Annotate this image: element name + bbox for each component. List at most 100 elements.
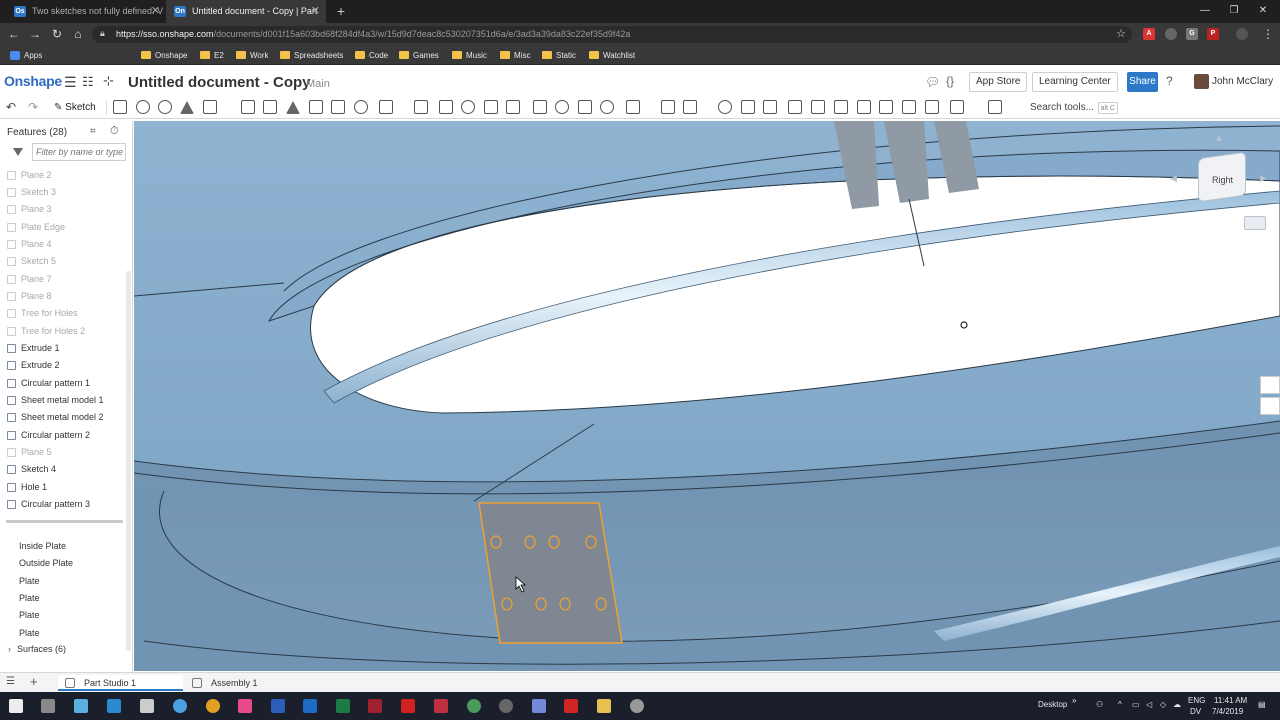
windows-start-icon[interactable]: [9, 699, 23, 713]
feature-item-hole-1[interactable]: Hole 1: [0, 479, 125, 496]
3d-fit-spline-icon[interactable]: [718, 100, 732, 114]
feature-item-sketch-3[interactable]: Sketch 3: [0, 184, 125, 201]
search-tools-input[interactable]: Search tools... alt C: [1030, 100, 1120, 116]
url-field[interactable]: 🔒︎ https://sso.onshape.com/documents/d00…: [92, 26, 1132, 43]
browser-tab-2[interactable]: On Untitled document - Copy | Part ✕: [166, 0, 326, 23]
bookmark-watchlist[interactable]: Watchlist: [589, 46, 635, 65]
rib-icon[interactable]: [309, 100, 323, 114]
add-tab-icon[interactable]: +: [30, 674, 38, 689]
loft-icon[interactable]: [180, 101, 194, 114]
taskbar-app-icon[interactable]: [107, 699, 121, 713]
feature-item-sheet-metal-model-2[interactable]: Sheet metal model 2: [0, 409, 125, 426]
selected-plate[interactable]: [478, 502, 623, 644]
flange-icon[interactable]: [811, 100, 825, 114]
bend-relief-icon[interactable]: [902, 100, 916, 114]
chrome-menu-icon[interactable]: ⋮: [1258, 23, 1278, 46]
home-icon[interactable]: ⌂: [68, 23, 88, 46]
plane-icon[interactable]: [626, 100, 640, 114]
hole-icon[interactable]: [354, 100, 368, 114]
extension-icon[interactable]: G: [1186, 28, 1198, 40]
feature-item-circular-pattern-2[interactable]: Circular pattern 2: [0, 427, 125, 444]
taskbar-app-icon[interactable]: [434, 699, 448, 713]
feature-item-plane-7[interactable]: Plane 7: [0, 271, 125, 288]
app-store-button[interactable]: App Store: [969, 72, 1028, 92]
steam-icon[interactable]: [499, 699, 513, 713]
language-indicator[interactable]: ENG: [1188, 696, 1205, 705]
offset-surface-icon[interactable]: [600, 100, 614, 114]
custom-feature-icon[interactable]: [950, 100, 964, 114]
tab-part-studio-1[interactable]: Part Studio 1: [58, 675, 183, 691]
show-hidden-icons-icon[interactable]: ^: [1118, 700, 1122, 709]
taskbar-app-icon[interactable]: [467, 699, 481, 713]
view-options-icon[interactable]: [1244, 216, 1266, 230]
adblock-extension-icon[interactable]: A: [1143, 28, 1155, 40]
move-face-icon[interactable]: [555, 100, 569, 114]
bookmark-spreadsheets[interactable]: Spreadsheets: [280, 46, 343, 65]
insert-tools-icon[interactable]: ⊹: [103, 73, 114, 89]
people-icon[interactable]: ⚇: [1096, 700, 1103, 709]
surfaces-group[interactable]: › Surfaces (6): [0, 641, 66, 658]
configurations-panel-icon[interactable]: [1260, 397, 1280, 415]
back-arrow-icon[interactable]: ←: [4, 23, 24, 46]
rotate-right-arrow-icon[interactable]: ▶: [1260, 173, 1267, 184]
boolean-icon[interactable]: [439, 100, 453, 114]
close-window-icon[interactable]: ✕: [1248, 0, 1278, 23]
featurescript-icon[interactable]: {}: [946, 74, 954, 88]
chrome-icon[interactable]: [206, 699, 220, 713]
discord-icon[interactable]: [532, 699, 546, 713]
feature-item-circular-pattern-3[interactable]: Circular pattern 3: [0, 496, 125, 513]
feature-item-plane-5[interactable]: Plane 5: [0, 444, 125, 461]
user-name[interactable]: John McClary: [1212, 76, 1273, 87]
network-icon[interactable]: ▭: [1132, 700, 1140, 709]
bookmark-star-icon[interactable]: ☆: [1116, 27, 1126, 40]
reload-icon[interactable]: ↻: [47, 23, 67, 46]
comments-icon[interactable]: 💬︎: [925, 75, 940, 89]
corner-icon[interactable]: [879, 100, 893, 114]
feature-item-plane-8[interactable]: Plane 8: [0, 288, 125, 305]
autocad-icon[interactable]: [401, 699, 415, 713]
browser-tab-1[interactable]: Os Two sketches not fully defined. V ✕: [6, 0, 166, 23]
bookmark-apps[interactable]: Apps: [10, 46, 42, 65]
feature-item-plane-3[interactable]: Plane 3: [0, 201, 125, 218]
folder-icon[interactable]: ⌗: [90, 126, 96, 137]
document-title[interactable]: Untitled document - Copy: [128, 74, 311, 91]
variable-icon[interactable]: [763, 100, 777, 114]
calculator-icon[interactable]: [140, 699, 154, 713]
bookmark-e2[interactable]: E2: [200, 46, 224, 65]
bookmark-onshape[interactable]: Onshape: [141, 46, 187, 65]
taskbar-app-icon[interactable]: [564, 699, 578, 713]
desktop-toolbar-label[interactable]: Desktop: [1038, 700, 1067, 709]
panel-splitter[interactable]: [6, 520, 123, 523]
onedrive-icon[interactable]: ☁︎: [1173, 700, 1181, 709]
thicken-icon[interactable]: [203, 100, 217, 114]
replace-face-icon[interactable]: [578, 100, 592, 114]
rotate-arrow-icon[interactable]: ▲: [1214, 133, 1224, 144]
extrude-icon[interactable]: [113, 100, 127, 114]
maximize-icon[interactable]: ❐: [1219, 0, 1249, 23]
sketch-button[interactable]: ✎ Sketch: [54, 100, 96, 116]
linear-pattern-icon[interactable]: [379, 100, 393, 114]
shell-icon[interactable]: [331, 100, 345, 114]
close-tab-icon[interactable]: ✕: [151, 0, 160, 23]
feature-item-circular-pattern-1[interactable]: Circular pattern 1: [0, 375, 125, 392]
redo-icon[interactable]: ↷: [28, 100, 38, 114]
rollback-history-icon[interactable]: ⏱︎: [110, 125, 119, 138]
slack-icon[interactable]: [238, 699, 252, 713]
feature-filter-field[interactable]: [32, 143, 126, 161]
action-center-icon[interactable]: ▤: [1258, 700, 1266, 709]
share-button[interactable]: Share: [1127, 72, 1158, 92]
feature-list-scrollbar[interactable]: [126, 271, 131, 651]
part-item-plate[interactable]: Plate: [0, 625, 40, 642]
graphics-viewport[interactable]: Right ▲ ◀ ▶: [134, 121, 1280, 671]
helix-icon[interactable]: [683, 100, 697, 114]
feature-item-tree-for-holes-2[interactable]: Tree for Holes 2: [0, 323, 125, 340]
keyboard-layout-indicator[interactable]: DV: [1190, 707, 1201, 716]
clock-time[interactable]: 11:41 AM: [1214, 696, 1247, 705]
modify-fillet-icon[interactable]: [533, 100, 547, 114]
fillet-icon[interactable]: [241, 100, 255, 114]
tab-manager-icon[interactable]: ☰: [6, 676, 15, 687]
sheet-metal-model-icon[interactable]: [788, 100, 802, 114]
taskbar-app-icon[interactable]: [173, 699, 187, 713]
tab-assembly-1[interactable]: Assembly 1: [185, 675, 310, 691]
bookmark-games[interactable]: Games: [399, 46, 439, 65]
